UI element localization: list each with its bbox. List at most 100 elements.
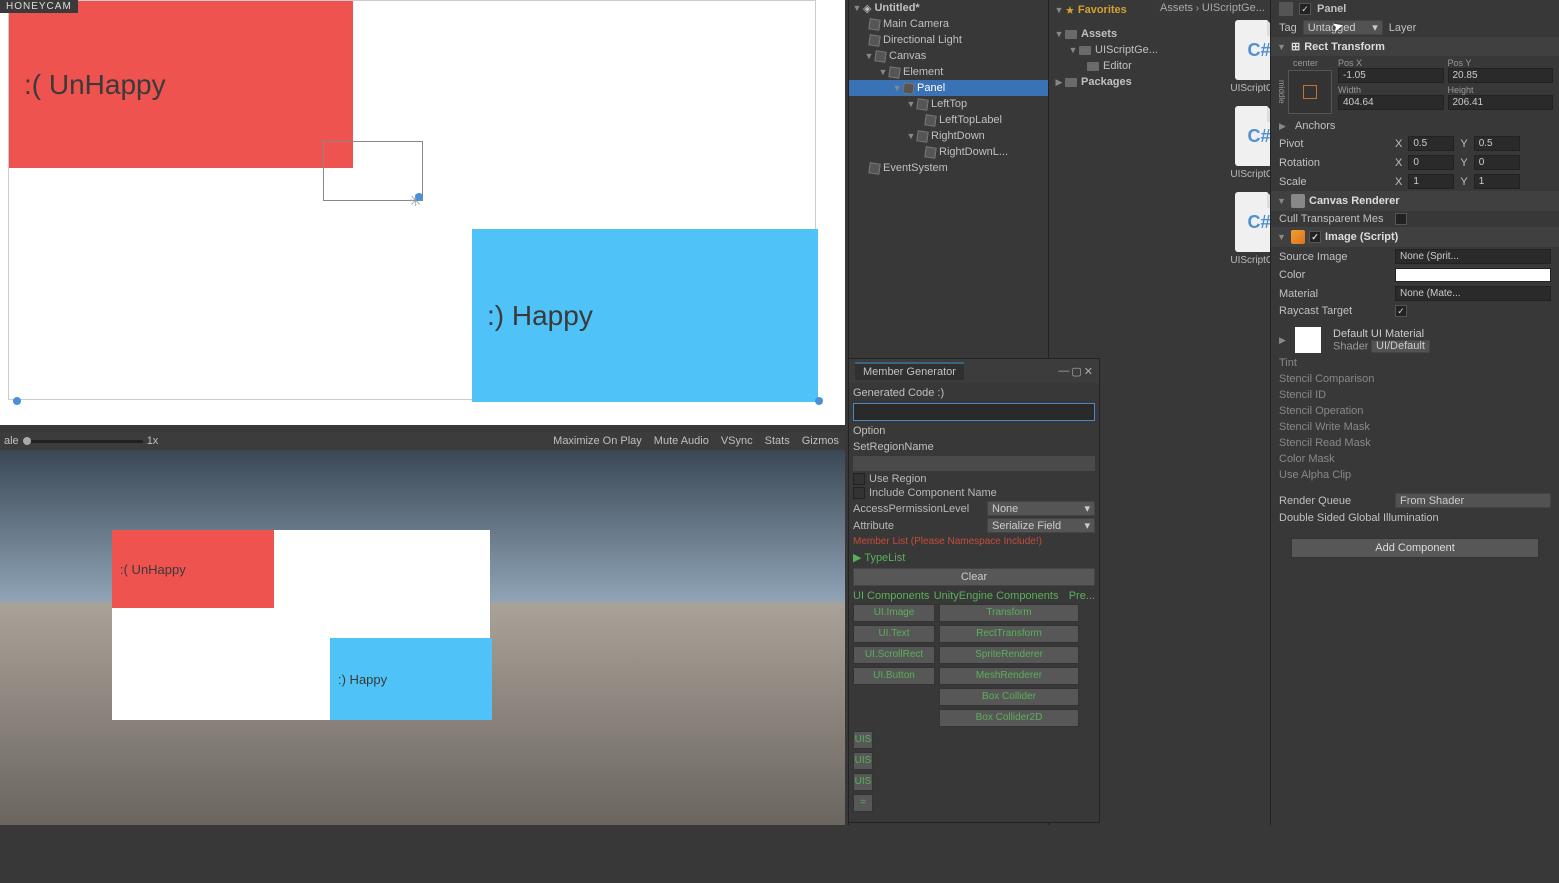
typelist-expand[interactable]: ▶ TypeList	[853, 549, 1095, 566]
active-checkbox[interactable]: ✓	[1299, 3, 1311, 15]
hierarchy-item-lefttop[interactable]: ▼LeftTop	[849, 96, 1048, 112]
maximize-toggle[interactable]: Maximize On Play	[553, 435, 642, 447]
expand-icon[interactable]: ▼	[1053, 29, 1065, 39]
expand-icon[interactable]: ▼	[1277, 42, 1287, 52]
use-region-row[interactable]: Use Region	[853, 472, 1095, 486]
hierarchy-item-eventsystem[interactable]: EventSystem	[849, 160, 1048, 176]
maximize-icon[interactable]: ▢	[1071, 365, 1081, 378]
close-icon[interactable]: ✕	[1084, 365, 1093, 378]
meshrenderer-button[interactable]: MeshRenderer	[939, 667, 1079, 685]
checkbox[interactable]	[853, 473, 865, 485]
rect-transform-header[interactable]: ▼ ⊞ Rect Transform	[1271, 37, 1559, 56]
generated-code-input[interactable]	[853, 403, 1095, 421]
rotation-x-field[interactable]: 0	[1408, 155, 1454, 170]
recttransform-button[interactable]: RectTransform	[939, 625, 1079, 643]
scene-unhappy-panel[interactable]: :( UnHappy	[9, 1, 353, 168]
image-enabled-checkbox[interactable]: ✓	[1309, 231, 1321, 243]
include-component-row[interactable]: Include Component Name	[853, 486, 1095, 500]
ui-image-button[interactable]: UI.Image	[853, 604, 935, 622]
width-field[interactable]: 404.64	[1338, 95, 1444, 110]
expand-icon[interactable]: ▼	[1277, 232, 1287, 242]
expand-icon[interactable]: ▼	[877, 67, 889, 77]
scale-x-field[interactable]: 1	[1408, 174, 1454, 189]
hierarchy-item-canvas[interactable]: ▼Canvas	[849, 48, 1048, 64]
preset-button-3[interactable]: UIS	[853, 773, 873, 791]
hierarchy-item-camera[interactable]: Main Camera	[849, 16, 1048, 32]
boxcollider2d-button[interactable]: Box Collider2D	[939, 709, 1079, 727]
hierarchy-item-rightdown[interactable]: ▼RightDown	[849, 128, 1048, 144]
expand-icon[interactable]: ▼	[905, 131, 917, 141]
image-script-header[interactable]: ▼ ✓ Image (Script)	[1271, 227, 1559, 247]
raycast-checkbox[interactable]: ✓	[1395, 305, 1407, 317]
ui-text-button[interactable]: UI.Text	[853, 625, 935, 643]
material-field[interactable]: None (Mate...	[1395, 286, 1551, 301]
inspector-panel[interactable]: ✓ Panel Tag Untagged▾ Layer ▼ ⊞ Rect Tra…	[1270, 0, 1559, 825]
object-name[interactable]: Panel	[1317, 3, 1346, 15]
posx-field[interactable]: -1.05	[1338, 68, 1444, 83]
expand-icon[interactable]: ▼	[851, 3, 863, 13]
scene-happy-panel[interactable]: :) Happy	[472, 229, 818, 402]
expand-icon[interactable]: ▶	[1279, 335, 1289, 346]
expand-icon[interactable]: ▶	[1279, 121, 1289, 132]
scene-handle-center[interactable]	[415, 193, 423, 201]
scene-handle-br[interactable]	[815, 397, 823, 405]
member-generator-window[interactable]: Member Generator — ▢ ✕ Generated Code :)…	[848, 358, 1100, 823]
scene-selection-rect[interactable]	[323, 141, 423, 201]
hierarchy-scene[interactable]: ▼ ◈ Untitled*	[849, 0, 1048, 16]
region-name-input[interactable]	[853, 456, 1095, 471]
preset-button-2[interactable]: UIS	[853, 752, 873, 770]
game-view[interactable]: :( UnHappy :) Happy	[0, 450, 845, 825]
mute-toggle[interactable]: Mute Audio	[654, 435, 709, 447]
hierarchy-item-light[interactable]: Directional Light	[849, 32, 1048, 48]
window-titlebar[interactable]: Member Generator — ▢ ✕	[849, 359, 1099, 383]
transform-button[interactable]: Transform	[939, 604, 1079, 622]
hierarchy-item-lefttoplabel[interactable]: LeftTopLabel	[849, 112, 1048, 128]
expand-icon[interactable]: ▼	[863, 51, 875, 61]
breadcrumb-folder[interactable]: UIScriptGe...	[1202, 2, 1265, 14]
source-image-field[interactable]: None (Sprit...	[1395, 249, 1551, 264]
preset-button-1[interactable]: UIS	[853, 731, 873, 749]
ui-scrollrect-button[interactable]: UI.ScrollRect	[853, 646, 935, 664]
breadcrumb-assets[interactable]: Assets	[1160, 2, 1193, 14]
ui-button-button[interactable]: UI.Button	[853, 667, 935, 685]
scene-canvas[interactable]: :( UnHappy :) Happy ✳	[8, 0, 816, 400]
height-field[interactable]: 206.41	[1448, 95, 1554, 110]
add-component-button[interactable]: Add Component	[1291, 538, 1539, 558]
stats-toggle[interactable]: Stats	[765, 435, 790, 447]
expand-icon[interactable]: ▶	[1053, 77, 1065, 88]
expand-icon[interactable]: ▼	[905, 99, 917, 109]
scene-view[interactable]: :( UnHappy :) Happy ✳ HONEYCAM	[0, 0, 845, 425]
expand-icon[interactable]: ▼	[1067, 45, 1079, 55]
attribute-dropdown[interactable]: Serialize Field▾	[987, 518, 1095, 533]
hierarchy-item-element[interactable]: ▼Element	[849, 64, 1048, 80]
hierarchy-item-rightdownlabel[interactable]: RightDownL...	[849, 144, 1048, 160]
scene-handle-bl[interactable]	[13, 397, 21, 405]
anchors-row[interactable]: ▶Anchors	[1271, 118, 1559, 134]
scale-slider[interactable]	[23, 440, 143, 443]
expand-icon[interactable]: ▼	[891, 83, 903, 93]
pivot-x-field[interactable]: 0.5	[1408, 136, 1454, 151]
preset-button-4[interactable]: =	[853, 794, 873, 812]
expand-icon[interactable]: ▼	[1053, 5, 1065, 15]
gizmos-toggle[interactable]: Gizmos	[802, 435, 839, 447]
clear-button[interactable]: Clear	[853, 568, 1095, 586]
shader-dropdown[interactable]: UI/Default	[1371, 340, 1430, 353]
access-perm-dropdown[interactable]: None▾	[987, 501, 1095, 516]
posy-field[interactable]: 20.85	[1448, 68, 1554, 83]
hierarchy-item-panel[interactable]: ▼Panel	[849, 80, 1048, 96]
pivot-y-field[interactable]: 0.5	[1474, 136, 1520, 151]
material-preview[interactable]	[1295, 327, 1321, 353]
rotation-y-field[interactable]: 0	[1474, 155, 1520, 170]
render-queue-dropdown[interactable]: From Shader	[1395, 493, 1551, 508]
cull-checkbox[interactable]	[1395, 213, 1407, 225]
anchor-preset-widget[interactable]	[1288, 70, 1332, 114]
checkbox[interactable]	[853, 487, 865, 499]
canvas-renderer-header[interactable]: ▼ Canvas Renderer	[1271, 191, 1559, 211]
color-swatch[interactable]	[1395, 268, 1551, 282]
vsync-toggle[interactable]: VSync	[721, 435, 753, 447]
expand-icon[interactable]: ▼	[1277, 196, 1287, 206]
scale-y-field[interactable]: 1	[1474, 174, 1520, 189]
minimize-icon[interactable]: —	[1058, 365, 1069, 378]
boxcollider-button[interactable]: Box Collider	[939, 688, 1079, 706]
spriterenderer-button[interactable]: SpriteRenderer	[939, 646, 1079, 664]
